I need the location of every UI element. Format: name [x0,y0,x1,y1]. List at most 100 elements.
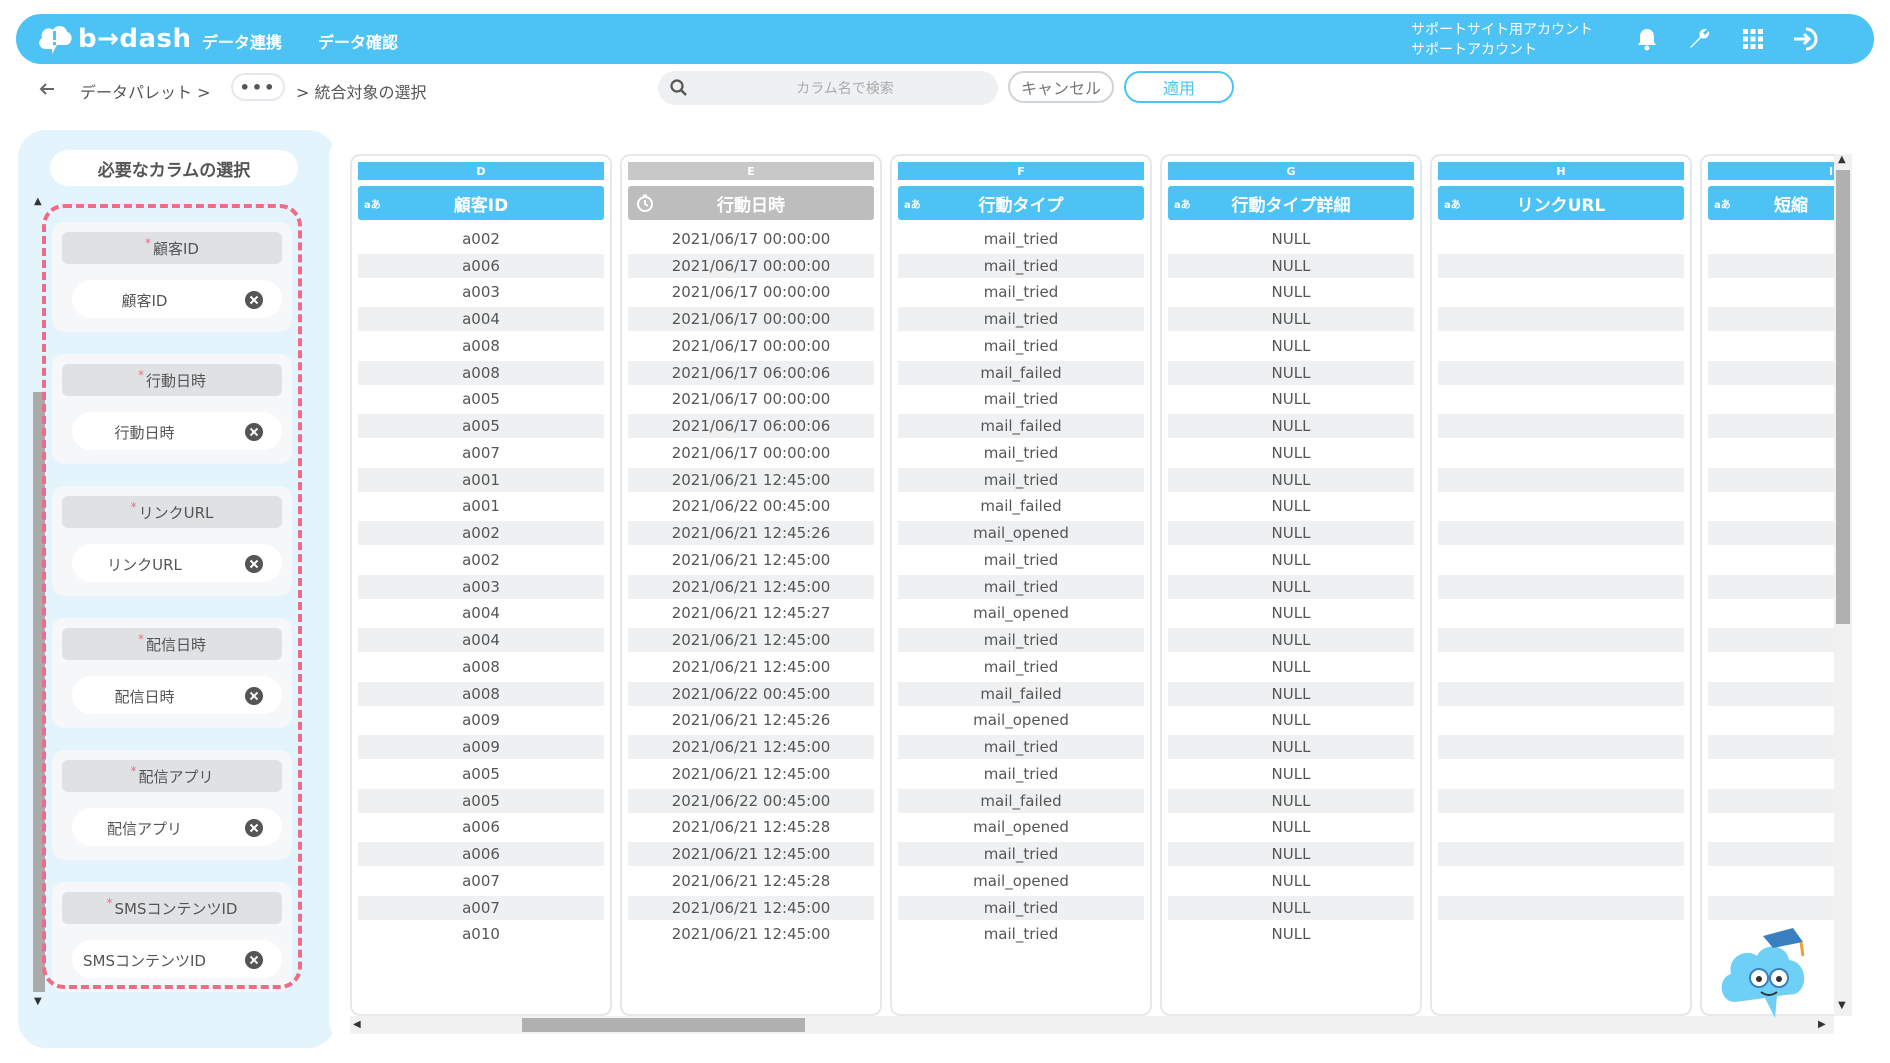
grid-cell[interactable]: mail_tried [898,387,1144,411]
grid-cell[interactable] [1438,922,1684,946]
grid-cell[interactable] [1708,788,1834,813]
grid-cell[interactable]: 2021/06/21 12:45:00 [628,655,874,679]
grid-cell[interactable]: NULL [1168,708,1414,732]
grid-cell[interactable] [1708,253,1834,278]
grid-cell[interactable]: NULL [1168,762,1414,786]
grid-column[interactable]: Haあ リンクURL [1430,154,1692,1016]
nav-data-integration[interactable]: データ連携 [202,29,282,53]
grid-cell[interactable]: 2021/06/21 12:45:00 [628,762,874,786]
grid-cell[interactable]: mail_tried [898,842,1144,866]
scroll-up-arrow-icon[interactable]: ▲ [34,196,42,207]
grid-cell[interactable]: 2021/06/21 12:45:00 [628,467,874,492]
grid-cell[interactable]: a002 [358,521,604,545]
grid-cell[interactable]: mail_failed [898,414,1144,438]
grid-cell[interactable] [1438,521,1684,545]
grid-cell[interactable]: NULL [1168,922,1414,946]
grid-column[interactable]: Iaあ 短縮 [1700,154,1834,1016]
mascot-helper-icon[interactable] [1715,922,1815,1026]
grid-column[interactable]: E 行動日時 2021/06/17 00:00:00 2021/06/17 00:00… [620,154,882,1016]
grid-cell[interactable]: NULL [1168,574,1414,599]
grid-cell[interactable] [1708,655,1834,679]
grid-cell[interactable]: a008 [358,360,604,385]
grid-cell[interactable] [1708,360,1834,385]
grid-cell[interactable]: mail_failed [898,494,1144,518]
grid-cell[interactable] [1438,869,1684,893]
grid-cell[interactable]: a002 [358,227,604,251]
grid-cell[interactable] [1438,788,1684,813]
grid-cell[interactable]: mail_tried [898,253,1144,278]
grid-cell[interactable]: NULL [1168,548,1414,572]
grid-cell[interactable]: a003 [358,280,604,304]
grid-cell[interactable]: a003 [358,574,604,599]
grid-cell[interactable]: mail_tried [898,574,1144,599]
grid-cell[interactable] [1708,762,1834,786]
grid-vertical-scrollbar-thumb[interactable] [1836,170,1850,624]
grid-cell[interactable]: NULL [1168,253,1414,278]
grid-cell[interactable] [1708,735,1834,759]
grid-cell[interactable]: NULL [1168,681,1414,706]
scroll-down-arrow-icon[interactable]: ▼ [34,996,42,1007]
grid-cell[interactable]: a007 [358,869,604,893]
bell-icon[interactable] [1632,24,1662,54]
grid-cell[interactable]: mail_opened [898,869,1144,893]
grid-cell[interactable]: NULL [1168,788,1414,813]
grid-cell[interactable]: mail_failed [898,681,1144,706]
grid-cell[interactable]: 2021/06/22 00:45:00 [628,494,874,518]
grid-column[interactable]: Gaあ 行動タイプ詳細 NULL NULL NULL NULL NULL NULL NULL NU… [1160,154,1422,1016]
grid-cell[interactable]: mail_tried [898,467,1144,492]
grid-cell[interactable]: a010 [358,922,604,946]
grid-scroll-left-arrow-icon[interactable]: ◀ [353,1019,361,1030]
grid-cell[interactable]: 2021/06/17 06:00:06 [628,360,874,385]
grid-cell[interactable] [1438,735,1684,759]
grid-cell[interactable]: mail_failed [898,788,1144,813]
grid-cell[interactable]: NULL [1168,735,1414,759]
grid-cell[interactable]: NULL [1168,227,1414,251]
grid-scroll-up-arrow-icon[interactable]: ▲ [1838,154,1846,165]
grid-cell[interactable]: NULL [1168,387,1414,411]
grid-cell[interactable] [1438,815,1684,839]
nav-data-check[interactable]: データ確認 [318,29,398,53]
grid-cell[interactable]: NULL [1168,467,1414,492]
account-info[interactable]: サポートサイト用アカウント サポートアカウント [1411,20,1593,60]
grid-cell[interactable]: 2021/06/17 00:00:00 [628,280,874,304]
apply-button[interactable]: 適用 [1124,71,1234,103]
grid-horizontal-scrollbar-thumb[interactable] [522,1018,805,1032]
grid-cell[interactable] [1708,815,1834,839]
grid-cell[interactable]: mail_tried [898,762,1144,786]
grid-cell[interactable]: NULL [1168,414,1414,438]
grid-cell[interactable] [1438,253,1684,278]
grid-cell[interactable] [1438,494,1684,518]
grid-cell[interactable]: 2021/06/21 12:45:00 [628,574,874,599]
grid-cell[interactable] [1438,414,1684,438]
grid-cell[interactable] [1708,387,1834,411]
grid-cell[interactable]: a007 [358,895,604,920]
grid-cell[interactable]: a006 [358,253,604,278]
brand-logo[interactable]: b→dash [36,21,192,57]
grid-cell[interactable]: NULL [1168,628,1414,652]
grid-cell[interactable]: NULL [1168,441,1414,465]
grid-cell[interactable]: NULL [1168,869,1414,893]
grid-cell[interactable] [1438,655,1684,679]
grid-cell[interactable]: 2021/06/22 00:45:00 [628,788,874,813]
grid-cell[interactable] [1708,521,1834,545]
grid-cell[interactable] [1438,895,1684,920]
grid-cell[interactable] [1438,387,1684,411]
grid-cell[interactable]: 2021/06/21 12:45:00 [628,628,874,652]
grid-cell[interactable] [1438,360,1684,385]
grid-cell[interactable] [1438,681,1684,706]
grid-cell[interactable]: 2021/06/21 12:45:00 [628,735,874,759]
breadcrumb-more-button[interactable]: ••• [231,73,285,101]
grid-cell[interactable]: a006 [358,842,604,866]
grid-cell[interactable]: mail_opened [898,521,1144,545]
grid-cell[interactable] [1708,414,1834,438]
grid-cell[interactable]: 2021/06/17 00:00:00 [628,253,874,278]
grid-cell[interactable]: 2021/06/17 00:00:00 [628,307,874,331]
grid-cell[interactable] [1708,280,1834,304]
grid-cell[interactable]: 2021/06/21 12:45:28 [628,815,874,839]
grid-cell[interactable]: mail_tried [898,895,1144,920]
grid-cell[interactable]: a005 [358,788,604,813]
grid-cell[interactable]: 2021/06/21 12:45:28 [628,869,874,893]
grid-cell[interactable]: a005 [358,414,604,438]
grid-cell[interactable]: NULL [1168,655,1414,679]
grid-cell[interactable]: a008 [358,334,604,358]
